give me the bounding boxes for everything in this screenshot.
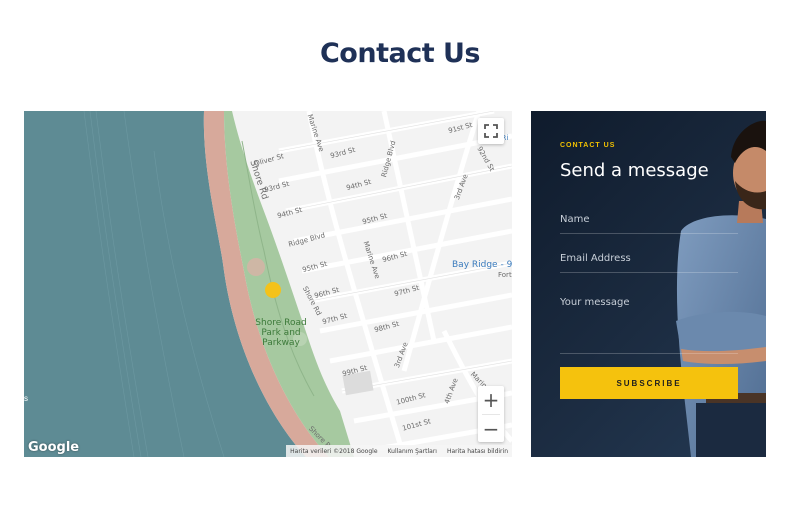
form-title: Send a message (560, 160, 709, 181)
map-data-credit: Harita verileri ©2018 Google (290, 447, 378, 455)
street-label: Fort (498, 271, 512, 279)
fullscreen-icon (484, 124, 498, 138)
map-attribution: Harita verileri ©2018 Google Kullanım Şa… (286, 445, 512, 457)
edge-label: s (24, 394, 28, 403)
name-field[interactable]: Name (560, 214, 738, 234)
zoom-out-button[interactable]: − (478, 415, 504, 443)
poi-label[interactable]: Bay Ridge - 95 (452, 260, 512, 270)
minus-icon: − (482, 417, 500, 441)
fullscreen-button[interactable] (478, 118, 504, 144)
email-field[interactable]: Email Address (560, 253, 738, 273)
subscribe-button[interactable]: SUBSCRIBE (560, 367, 738, 399)
google-logo[interactable]: Google (28, 440, 79, 455)
terms-link[interactable]: Kullanım Şartları (388, 448, 437, 455)
contact-form-panel: CONTACT US Send a message Name Email Add… (531, 111, 766, 457)
page-title: Contact Us (319, 38, 481, 69)
plus-icon: + (482, 388, 500, 412)
zoom-control: + − (478, 386, 504, 442)
map-embed[interactable]: Oliver St Shore Rd 93rd St 93rd St 94th … (24, 111, 512, 457)
report-error-link[interactable]: Harita hatası bildirin (447, 448, 508, 455)
map-marker-icon (265, 282, 281, 298)
form-eyebrow: CONTACT US (560, 142, 616, 149)
park-label: Shore Road Park and Parkway (255, 318, 307, 348)
message-field[interactable]: Your message (560, 297, 738, 354)
zoom-in-button[interactable]: + (478, 386, 504, 414)
